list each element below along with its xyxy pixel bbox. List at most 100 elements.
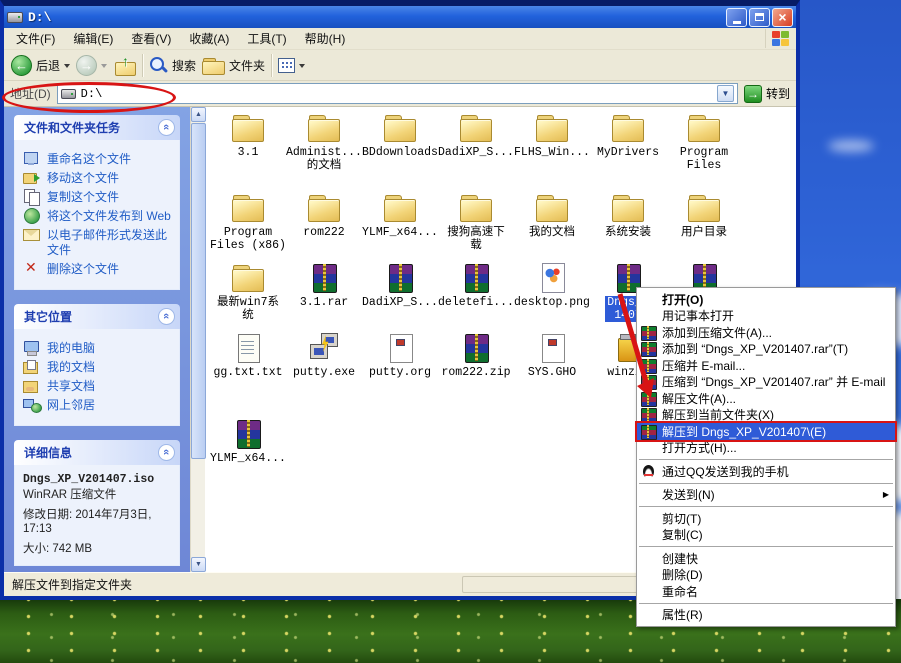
- minimize-button[interactable]: [726, 8, 747, 27]
- task-item[interactable]: 删除这个文件: [23, 261, 175, 277]
- context-menu-item-icon: [640, 342, 658, 355]
- search-button[interactable]: 搜索: [149, 56, 196, 75]
- file-tasks-header[interactable]: 文件和文件夹任务: [14, 115, 180, 140]
- details-header[interactable]: 详细信息: [14, 440, 180, 465]
- up-button[interactable]: ↑: [113, 56, 136, 75]
- task-item[interactable]: 以电子邮件形式发送此文件: [23, 227, 175, 258]
- sidebar-scrollbar[interactable]: ▲ ▼: [190, 107, 205, 572]
- file-item[interactable]: putty.org: [362, 333, 438, 419]
- collapse-chevron-icon[interactable]: [158, 308, 175, 325]
- file-item[interactable]: DadiXP_S...: [438, 113, 514, 193]
- context-menu-item-label: 创建快: [662, 550, 698, 567]
- context-menu-item[interactable]: 压缩到 “Dngs_XP_V201407.rar” 并 E-mail: [637, 374, 895, 391]
- scroll-down-button[interactable]: ▼: [191, 557, 206, 572]
- address-value: D:\: [81, 87, 103, 101]
- context-menu-item-label: 打开(O): [662, 291, 703, 308]
- context-menu-item[interactable]: [639, 459, 893, 460]
- file-item[interactable]: rom222: [286, 193, 362, 263]
- place-item[interactable]: 共享文档: [23, 378, 175, 394]
- file-item[interactable]: 3.1.rar: [286, 263, 362, 333]
- file-item[interactable]: 搜狗高速下 载: [438, 193, 514, 263]
- context-menu-item[interactable]: [639, 506, 893, 507]
- forward-button[interactable]: →: [76, 55, 107, 76]
- menu-bar-item[interactable]: 文件(F): [7, 28, 64, 49]
- context-menu-item[interactable]: 复制(C): [637, 527, 895, 544]
- context-menu-item[interactable]: 通过QQ发送到我的手机: [637, 463, 895, 480]
- context-menu-item[interactable]: 重命名: [637, 583, 895, 600]
- file-item[interactable]: 系统安装: [590, 193, 666, 263]
- file-label: MyDrivers: [597, 146, 659, 159]
- file-label: BDdownloads: [362, 146, 438, 159]
- context-menu-item[interactable]: 解压到 Dngs_XP_V201407\(E): [637, 423, 895, 440]
- menu-bar-item[interactable]: 收藏(A): [180, 28, 238, 49]
- file-item[interactable]: YLMF_x64...: [210, 419, 286, 481]
- place-item[interactable]: 我的文档: [23, 359, 175, 375]
- place-item[interactable]: 我的电脑: [23, 340, 175, 356]
- file-item[interactable]: DadiXP_S...: [362, 263, 438, 333]
- file-item[interactable]: gg.txt.txt: [210, 333, 286, 419]
- context-menu-item[interactable]: 属性(R): [637, 607, 895, 624]
- place-item[interactable]: 网上邻居: [23, 397, 175, 413]
- file-item[interactable]: rom222.zip: [438, 333, 514, 419]
- details-file-name: Dngs_XP_V201407.iso: [23, 473, 175, 486]
- collapse-chevron-icon[interactable]: [158, 119, 175, 136]
- context-menu-item[interactable]: [639, 483, 893, 484]
- file-item[interactable]: YLMF_x64...: [362, 193, 438, 263]
- file-item[interactable]: Program Files (x86): [210, 193, 286, 263]
- file-item[interactable]: BDdownloads: [362, 113, 438, 193]
- back-dropdown-icon[interactable]: [64, 64, 70, 71]
- folders-button[interactable]: 文件夹: [202, 57, 265, 74]
- context-menu-item[interactable]: 发送到(N): [637, 487, 895, 504]
- file-item[interactable]: 我的文档: [514, 193, 590, 263]
- task-item[interactable]: 将这个文件发布到 Web: [23, 208, 175, 224]
- go-button[interactable]: → 转到: [744, 85, 790, 103]
- file-item[interactable]: MyDrivers: [590, 113, 666, 193]
- context-menu-item[interactable]: 删除(D): [637, 567, 895, 584]
- file-item[interactable]: desktop.png: [514, 263, 590, 333]
- context-menu-item[interactable]: 剪切(T): [637, 510, 895, 527]
- task-item[interactable]: 重命名这个文件: [23, 151, 175, 167]
- file-item[interactable]: 最新win7系 统: [210, 263, 286, 333]
- views-button[interactable]: [278, 58, 305, 73]
- context-menu-item-label: 通过QQ发送到我的手机: [662, 463, 789, 480]
- context-menu-item-label: 打开方式(H)...: [662, 439, 737, 456]
- context-menu-item[interactable]: 解压到当前文件夹(X): [637, 407, 895, 424]
- context-menu-item[interactable]: 添加到压缩文件(A)...: [637, 324, 895, 341]
- context-menu-item[interactable]: 创建快: [637, 550, 895, 567]
- context-menu-item[interactable]: 解压文件(A)...: [637, 390, 895, 407]
- menu-bar-item[interactable]: 帮助(H): [296, 28, 355, 49]
- menu-bar-item[interactable]: 编辑(E): [64, 28, 122, 49]
- file-item[interactable]: putty.exe: [286, 333, 362, 419]
- forward-icon: →: [76, 55, 97, 76]
- context-menu-item[interactable]: 用记事本打开: [637, 308, 895, 325]
- task-item[interactable]: 复制这个文件: [23, 189, 175, 205]
- maximize-button[interactable]: [749, 8, 770, 27]
- file-item[interactable]: 3.1: [210, 113, 286, 193]
- file-item[interactable]: 用户目录: [666, 193, 742, 263]
- context-menu-item[interactable]: [639, 603, 893, 604]
- context-menu-item[interactable]: 添加到 “Dngs_XP_V201407.rar”(T): [637, 341, 895, 358]
- menu-bar-item[interactable]: 工具(T): [238, 28, 295, 49]
- address-input[interactable]: D:\ ▼: [57, 83, 738, 104]
- context-menu-item[interactable]: 打开方式(H)...: [637, 440, 895, 457]
- context-menu: 打开(O) 用记事本打开 添加到压缩文件(A)... 添加到 “Dngs_XP_…: [636, 287, 896, 627]
- title-bar[interactable]: D:\ ×: [4, 6, 796, 28]
- scrollbar-thumb[interactable]: [191, 123, 206, 459]
- address-dropdown-button[interactable]: ▼: [717, 85, 734, 102]
- back-button[interactable]: ← 后退: [11, 55, 70, 76]
- collapse-chevron-icon[interactable]: [158, 444, 175, 461]
- context-menu-item[interactable]: 压缩并 E-mail...: [637, 357, 895, 374]
- file-item[interactable]: Administ... 的文档: [286, 113, 362, 193]
- other-places-header[interactable]: 其它位置: [14, 304, 180, 329]
- file-item[interactable]: SYS.GHO: [514, 333, 590, 419]
- context-menu-item[interactable]: [639, 546, 893, 547]
- file-item[interactable]: deletefi...: [438, 263, 514, 333]
- file-item[interactable]: FLHS_Win...: [514, 113, 590, 193]
- file-item[interactable]: Program Files: [666, 113, 742, 193]
- context-menu-item[interactable]: 打开(O): [637, 291, 895, 308]
- close-button[interactable]: ×: [772, 8, 793, 27]
- scroll-up-button[interactable]: ▲: [191, 107, 206, 122]
- window-title: D:\: [28, 10, 51, 25]
- task-item[interactable]: 移动这个文件: [23, 170, 175, 186]
- menu-bar-item[interactable]: 查看(V): [122, 28, 180, 49]
